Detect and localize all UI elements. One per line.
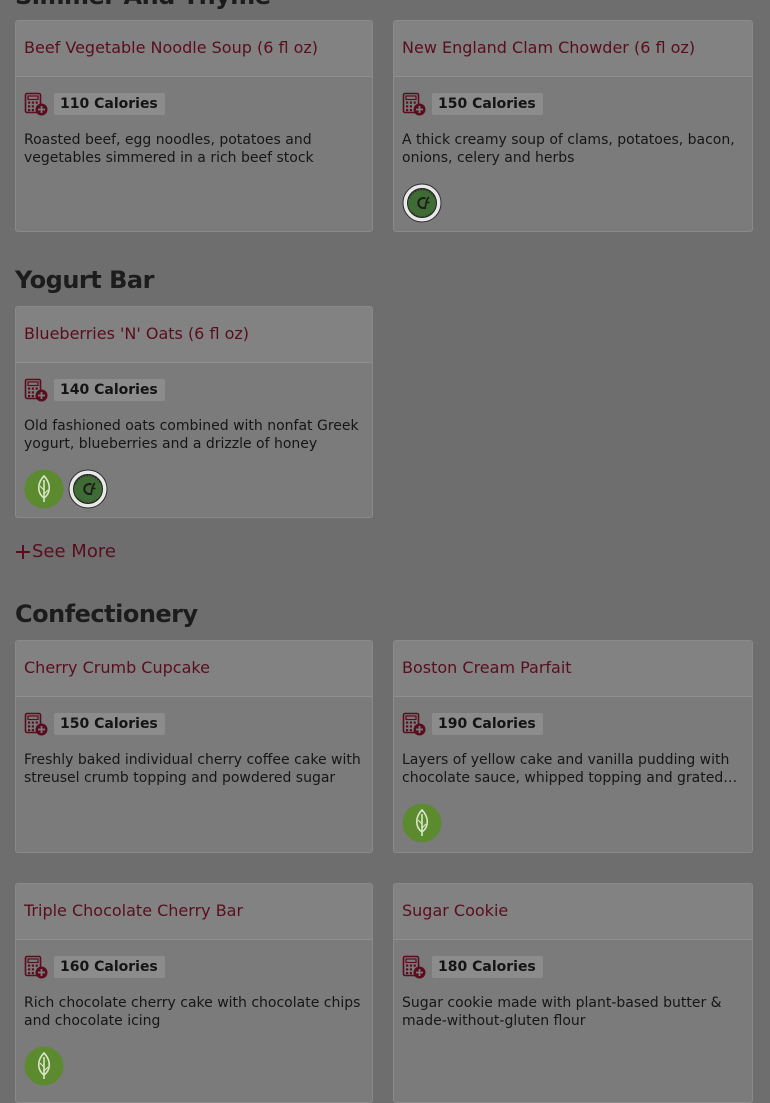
menu-item-card[interactable]: Cherry Crumb Cupcake 150 Calories Freshl…	[15, 640, 373, 853]
dietary-badges	[402, 183, 446, 223]
nutrition-calculator-icon[interactable]	[402, 955, 426, 979]
calories-badge: 150 Calories	[54, 713, 165, 735]
see-more-link[interactable]: See More	[15, 541, 116, 562]
dietary-badges	[24, 1046, 68, 1086]
nutrition-calculator-icon[interactable]	[24, 378, 48, 402]
menu-item-name[interactable]: Sugar Cookie	[402, 901, 508, 920]
menu-item-card[interactable]: Beef Vegetable Noodle Soup (6 fl oz) 110…	[15, 20, 373, 232]
card-header: Blueberries 'N' Oats (6 fl oz)	[16, 307, 372, 363]
menu-item-description: Freshly baked individual cherry coffee c…	[24, 752, 361, 786]
low-carbon-icon[interactable]	[402, 183, 442, 223]
calories-badge: 110 Calories	[54, 93, 165, 115]
vegetarian-icon[interactable]	[24, 1046, 64, 1086]
menu-item-name[interactable]: Cherry Crumb Cupcake	[24, 658, 210, 677]
section-title-confectionery: Confectionery	[15, 600, 198, 628]
section-title-yogurt-bar: Yogurt Bar	[15, 266, 154, 294]
low-carbon-icon[interactable]	[68, 469, 108, 509]
calories-badge: 160 Calories	[54, 956, 165, 978]
see-more-label: See More	[32, 541, 116, 562]
menu-item-card[interactable]: Sugar Cookie 180 Calories Sugar cookie m…	[393, 883, 753, 1103]
vegetarian-icon[interactable]	[402, 803, 442, 843]
nutrition-calculator-icon[interactable]	[402, 712, 426, 736]
vegetarian-icon[interactable]	[24, 469, 64, 509]
nutrition-calculator-icon[interactable]	[24, 955, 48, 979]
nutrition-calculator-icon[interactable]	[24, 712, 48, 736]
menu-item-name[interactable]: Triple Chocolate Cherry Bar	[24, 901, 243, 920]
menu-item-name[interactable]: Boston Cream Parfait	[402, 658, 572, 677]
menu-item-card[interactable]: Boston Cream Parfait 190 Calories Layers…	[393, 640, 753, 853]
calories-badge: 190 Calories	[432, 713, 543, 735]
calories-badge: 180 Calories	[432, 956, 543, 978]
menu-item-description: Rich chocolate cherry cake with chocolat…	[24, 995, 361, 1029]
menu-item-description: Layers of yellow cake and vanilla puddin…	[402, 752, 730, 786]
dietary-badges	[402, 803, 446, 843]
menu-item-card[interactable]: New England Clam Chowder (6 fl oz) 150 C…	[393, 20, 753, 232]
nutrition-calculator-icon[interactable]	[24, 92, 48, 116]
menu-item-name[interactable]: New England Clam Chowder (6 fl oz)	[402, 38, 695, 57]
plus-icon	[16, 544, 30, 559]
menu-item-description: Old fashioned oats combined with nonfat …	[24, 418, 359, 452]
nutrition-calculator-icon[interactable]	[402, 92, 426, 116]
card-header: Triple Chocolate Cherry Bar	[16, 884, 372, 940]
menu-item-description: A thick creamy soup of clams, potatoes, …	[402, 132, 735, 166]
calories-badge: 140 Calories	[54, 379, 165, 401]
card-header: Beef Vegetable Noodle Soup (6 fl oz)	[16, 21, 372, 77]
menu-item-card[interactable]: Blueberries 'N' Oats (6 fl oz) 140 Calor…	[15, 306, 373, 518]
card-header: New England Clam Chowder (6 fl oz)	[394, 21, 752, 77]
calories-badge: 150 Calories	[432, 93, 543, 115]
dietary-badges	[24, 469, 112, 509]
card-header: Cherry Crumb Cupcake	[16, 641, 372, 697]
section-title-simmer-and-thyme: Simmer And Thyme	[15, 0, 271, 10]
menu-item-name[interactable]: Beef Vegetable Noodle Soup (6 fl oz)	[24, 38, 318, 57]
menu-item-name[interactable]: Blueberries 'N' Oats (6 fl oz)	[24, 324, 249, 343]
menu-item-description: Sugar cookie made with plant-based butte…	[402, 995, 722, 1029]
menu-item-description: Roasted beef, egg noodles, potatoes and …	[24, 132, 314, 166]
card-header: Boston Cream Parfait	[394, 641, 752, 697]
card-header: Sugar Cookie	[394, 884, 752, 940]
menu-item-card[interactable]: Triple Chocolate Cherry Bar 160 Calories…	[15, 883, 373, 1103]
